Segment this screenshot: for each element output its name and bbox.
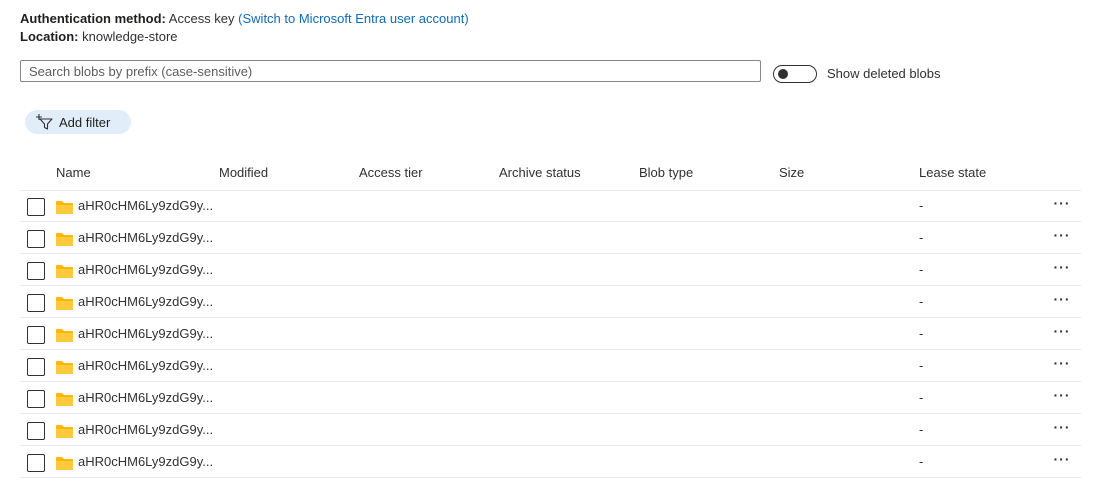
column-header-archive-status[interactable]: Archive status: [499, 162, 581, 184]
table-row[interactable]: aHR0cHM6Ly9zdG9y... - ···: [20, 318, 1081, 350]
more-actions-button[interactable]: ···: [1050, 324, 1074, 342]
auth-method-line: Authentication method: Access key (Switc…: [20, 10, 469, 28]
row-checkbox[interactable]: [27, 454, 45, 472]
more-actions-button[interactable]: ···: [1050, 196, 1074, 214]
blob-name[interactable]: aHR0cHM6Ly9zdG9y...: [78, 421, 213, 439]
add-filter-button[interactable]: Add filter: [25, 110, 131, 134]
blob-name[interactable]: aHR0cHM6Ly9zdG9y...: [78, 357, 213, 375]
lease-state-value: -: [919, 358, 924, 373]
folder-icon: [56, 360, 73, 374]
blob-name[interactable]: aHR0cHM6Ly9zdG9y...: [78, 261, 213, 279]
column-header-access-tier[interactable]: Access tier: [359, 162, 423, 184]
more-actions-button[interactable]: ···: [1050, 356, 1074, 374]
blob-name[interactable]: aHR0cHM6Ly9zdG9y...: [78, 325, 213, 343]
more-actions-button[interactable]: ···: [1050, 228, 1074, 246]
more-actions-button[interactable]: ···: [1050, 292, 1074, 310]
table-row[interactable]: aHR0cHM6Ly9zdG9y... - ···: [20, 350, 1081, 382]
blob-name[interactable]: aHR0cHM6Ly9zdG9y...: [78, 293, 213, 311]
folder-icon: [56, 232, 73, 246]
table-row[interactable]: aHR0cHM6Ly9zdG9y... - ···: [20, 286, 1081, 318]
more-actions-button[interactable]: ···: [1050, 260, 1074, 278]
lease-state-value: -: [919, 390, 924, 405]
blob-name[interactable]: aHR0cHM6Ly9zdG9y...: [78, 229, 213, 247]
folder-icon: [56, 424, 73, 438]
column-header-lease-state[interactable]: Lease state: [919, 162, 986, 184]
folder-icon: [56, 456, 73, 470]
location-value: knowledge-store: [82, 29, 178, 44]
row-checkbox[interactable]: [27, 358, 45, 376]
lease-state-value: -: [919, 326, 924, 341]
folder-icon: [56, 296, 73, 310]
row-checkbox[interactable]: [27, 198, 45, 216]
folder-icon: [56, 392, 73, 406]
folder-icon: [56, 328, 73, 342]
table-row[interactable]: aHR0cHM6Ly9zdG9y... - ···: [20, 190, 1081, 222]
column-header-size[interactable]: Size: [779, 162, 804, 184]
lease-state-value: -: [919, 294, 924, 309]
lease-state-value: -: [919, 198, 924, 213]
table-row[interactable]: aHR0cHM6Ly9zdG9y... - ···: [20, 222, 1081, 254]
column-header-name[interactable]: Name: [56, 162, 91, 184]
row-checkbox[interactable]: [27, 262, 45, 280]
column-header-modified[interactable]: Modified: [219, 162, 268, 184]
row-checkbox[interactable]: [27, 326, 45, 344]
auth-method-label: Authentication method:: [20, 11, 166, 26]
row-checkbox[interactable]: [27, 230, 45, 248]
table-row[interactable]: aHR0cHM6Ly9zdG9y... - ···: [20, 382, 1081, 414]
add-filter-label: Add filter: [59, 114, 111, 130]
table-header: Name Modified Access tier Archive status…: [20, 162, 1081, 191]
more-actions-button[interactable]: ···: [1050, 388, 1074, 406]
lease-state-value: -: [919, 422, 924, 437]
more-actions-button[interactable]: ···: [1050, 452, 1074, 470]
blob-name[interactable]: aHR0cHM6Ly9zdG9y...: [78, 389, 213, 407]
lease-state-value: -: [919, 230, 924, 245]
auth-method-value: Access key: [168, 11, 235, 26]
table-row[interactable]: aHR0cHM6Ly9zdG9y... - ···: [20, 446, 1081, 478]
switch-auth-link[interactable]: (Switch to Microsoft Entra user account): [238, 11, 468, 26]
toggle-knob: [778, 69, 788, 79]
folder-icon: [56, 200, 73, 214]
location-label: Location:: [20, 29, 79, 44]
blob-browser: Authentication method: Access key (Switc…: [0, 0, 1101, 498]
blob-name[interactable]: aHR0cHM6Ly9zdG9y...: [78, 453, 213, 471]
more-actions-button[interactable]: ···: [1050, 420, 1074, 438]
search-blobs-input[interactable]: [20, 60, 761, 82]
table-row[interactable]: aHR0cHM6Ly9zdG9y... - ···: [20, 254, 1081, 286]
row-checkbox[interactable]: [27, 422, 45, 440]
show-deleted-label: Show deleted blobs: [827, 66, 941, 81]
show-deleted-toggle[interactable]: [773, 65, 817, 83]
lease-state-value: -: [919, 454, 924, 469]
table-row[interactable]: aHR0cHM6Ly9zdG9y... - ···: [20, 414, 1081, 446]
add-filter-icon: [35, 113, 53, 131]
column-header-blob-type[interactable]: Blob type: [639, 162, 693, 184]
row-checkbox[interactable]: [27, 294, 45, 312]
row-checkbox[interactable]: [27, 390, 45, 408]
lease-state-value: -: [919, 262, 924, 277]
blob-name[interactable]: aHR0cHM6Ly9zdG9y...: [78, 197, 213, 215]
location-line: Location: knowledge-store: [20, 28, 178, 46]
folder-icon: [56, 264, 73, 278]
